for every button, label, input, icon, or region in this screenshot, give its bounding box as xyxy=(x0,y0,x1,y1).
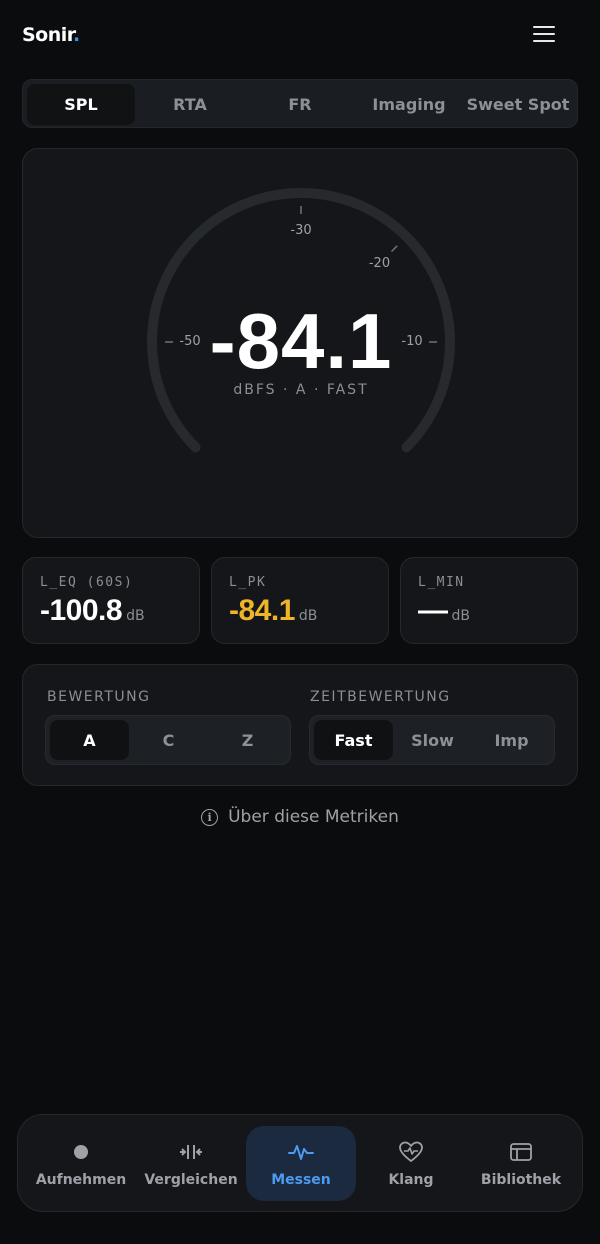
spl-value: -84.1 xyxy=(209,297,393,385)
bottom-navigation: Aufnehmen Vergleichen Messen Klang Bibli… xyxy=(17,1114,583,1212)
weighting-segmented-control: A C Z xyxy=(45,715,291,765)
tab-rta[interactable]: RTA xyxy=(136,84,244,125)
record-dot-icon xyxy=(68,1141,94,1163)
metric-unit: dB xyxy=(298,608,318,624)
time-option-fast[interactable]: Fast xyxy=(314,720,393,760)
nav-item-bibliothek[interactable]: Bibliothek xyxy=(466,1126,576,1201)
time-option-imp[interactable]: Imp xyxy=(472,720,551,760)
metric-label: L_PK xyxy=(229,575,267,590)
info-icon: i xyxy=(201,808,219,826)
metric-label: L_MIN xyxy=(418,575,465,590)
compare-icon xyxy=(178,1141,204,1163)
metric-unit: dB xyxy=(451,608,471,624)
nav-item-klang[interactable]: Klang xyxy=(356,1126,466,1201)
nav-label: Bibliothek xyxy=(480,1172,562,1188)
waveform-icon xyxy=(288,1141,314,1163)
nav-item-messen[interactable]: Messen xyxy=(246,1126,356,1201)
logo-text: Sonir xyxy=(22,24,73,46)
weighting-label: BEWERTUNG xyxy=(47,689,151,705)
hamburger-icon-line xyxy=(533,40,555,42)
metric-unit: dB xyxy=(126,608,145,624)
hamburger-icon-line xyxy=(533,26,555,28)
menu-button[interactable] xyxy=(530,24,558,46)
time-weighting-label: ZEITBEWERTUNG xyxy=(310,689,451,705)
spl-unit-line: dBFS · A · FAST xyxy=(233,382,369,398)
mode-tabs: SPL RTA FR Imaging Sweet Spot xyxy=(22,79,578,128)
nav-label: Aufnehmen xyxy=(35,1172,127,1188)
logo-dot: . xyxy=(72,24,80,46)
metric-value: -100.8 xyxy=(40,594,123,627)
metric-value: -84.1 xyxy=(229,594,295,627)
tick-label-minus-30: -30 xyxy=(290,223,312,238)
library-icon xyxy=(508,1141,534,1163)
nav-item-vergleichen[interactable]: Vergleichen xyxy=(136,1126,246,1201)
tab-spl[interactable]: SPL xyxy=(27,84,135,125)
time-weighting-segmented-control: Fast Slow Imp xyxy=(309,715,555,765)
heart-pulse-icon xyxy=(398,1141,424,1163)
hamburger-icon-line xyxy=(533,33,555,35)
metric-leq: L_EQ (60S) -100.8 dB xyxy=(22,557,200,644)
metric-value: — xyxy=(418,594,448,627)
weighting-option-z[interactable]: Z xyxy=(208,720,287,760)
metric-lpk: L_PK -84.1 dB xyxy=(211,557,389,644)
metric-lmin: L_MIN — dB xyxy=(400,557,578,644)
app-header: Sonir. xyxy=(0,0,600,72)
gauge-tick xyxy=(390,245,398,253)
time-option-slow[interactable]: Slow xyxy=(393,720,472,760)
weighting-option-a[interactable]: A xyxy=(50,720,129,760)
app-logo[interactable]: Sonir. xyxy=(22,24,80,46)
weighting-option-c[interactable]: C xyxy=(129,720,208,760)
tick-label-minus-20: -20 xyxy=(368,255,391,271)
about-metrics-link[interactable]: i Über diese Metriken xyxy=(0,807,600,827)
nav-label: Vergleichen xyxy=(144,1172,238,1188)
spl-gauge-card: -50 -30 -20 -10 -84.1 dBFS · A · FAST xyxy=(22,148,578,538)
nav-label: Klang xyxy=(388,1172,434,1188)
tab-fr[interactable]: FR xyxy=(246,84,354,125)
nav-item-aufnehmen[interactable]: Aufnehmen xyxy=(26,1126,136,1201)
tab-imaging[interactable]: Imaging xyxy=(355,84,463,125)
about-metrics-label: Über diese Metriken xyxy=(228,807,399,827)
tab-sweet-spot[interactable]: Sweet Spot xyxy=(464,84,572,125)
metric-label: L_EQ (60S) xyxy=(40,575,134,590)
weighting-settings-card: BEWERTUNG A C Z ZEITBEWERTUNG Fast Slow … xyxy=(22,664,578,786)
nav-label: Messen xyxy=(271,1172,331,1188)
